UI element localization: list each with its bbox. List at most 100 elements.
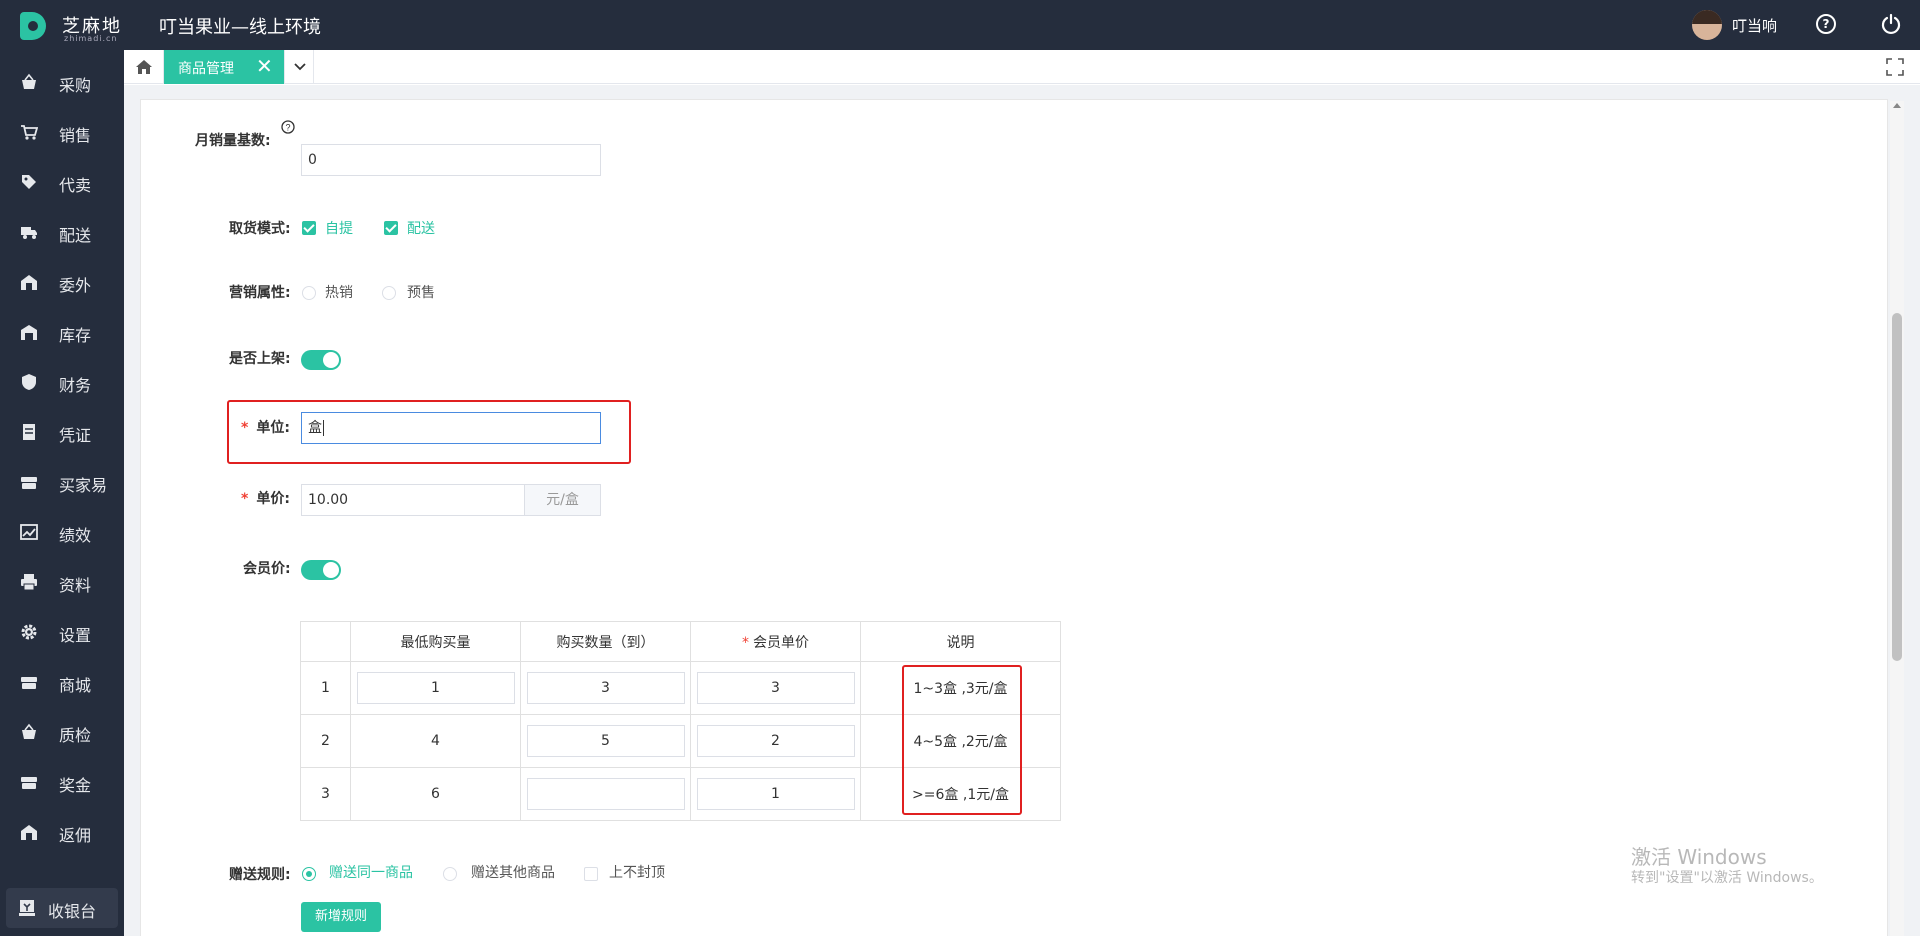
- sidebar-item-voucher[interactable]: 凭证: [0, 407, 124, 457]
- home-tab[interactable]: [124, 50, 164, 84]
- max-qty-input[interactable]: 5: [526, 725, 685, 757]
- sidebar-item-commission[interactable]: 返佣: [0, 807, 124, 857]
- gift-nocap-checkbox[interactable]: [584, 867, 598, 881]
- tab-active-body[interactable]: 商品管理 ✕: [164, 50, 284, 84]
- max-qty-cell: 3: [520, 661, 691, 715]
- box-icon: [21, 477, 37, 489]
- close-icon[interactable]: ✕: [256, 55, 273, 77]
- price-label: * 单价:: [241, 491, 290, 507]
- monthly-sales-label: 月销量基数:: [195, 133, 271, 149]
- pickup-self-checkbox[interactable]: [302, 221, 316, 235]
- marketing-hot-label[interactable]: 热销: [325, 282, 353, 302]
- store-icon: [21, 677, 37, 689]
- user-name[interactable]: 叮当响: [1732, 15, 1777, 36]
- gift-same-label[interactable]: 赠送同一商品: [329, 862, 413, 882]
- ledger-icon: [23, 424, 35, 440]
- building-icon: [21, 825, 37, 840]
- member-price-header: * 会员单价: [690, 621, 861, 662]
- tag-icon: [22, 175, 36, 189]
- truck-icon: [21, 227, 37, 239]
- price-input[interactable]: 10.00: [301, 484, 525, 516]
- sidebar-item-materials[interactable]: 资料: [0, 557, 124, 607]
- price-input[interactable]: 2: [696, 725, 855, 757]
- scroll-up-icon[interactable]: [1893, 103, 1901, 108]
- sidebar-item-sales[interactable]: 销售: [0, 107, 124, 157]
- cashier-button[interactable]: 收银台: [6, 888, 118, 928]
- basket-icon: [22, 723, 36, 739]
- chart-icon: [20, 524, 38, 540]
- question-icon[interactable]: ?: [281, 120, 295, 134]
- pickup-self-label[interactable]: 自提: [325, 218, 353, 238]
- member-price-toggle[interactable]: [301, 560, 341, 580]
- sidebar-item-label: 资料: [59, 576, 92, 595]
- gift-same-radio[interactable]: [302, 867, 316, 881]
- price-label-text: 单价:: [256, 491, 290, 507]
- unit-input[interactable]: 盒: [301, 412, 601, 444]
- sidebar-item-finance[interactable]: 财务: [0, 357, 124, 407]
- sidebar-item-quality[interactable]: 质检: [0, 707, 124, 757]
- gift-rule-label: 赠送规则:: [229, 867, 291, 883]
- sidebar-item-label: 代卖: [59, 176, 92, 195]
- sidebar-item-buyer[interactable]: 买家易: [0, 457, 124, 507]
- sidebar-item-consign[interactable]: 代卖: [0, 157, 124, 207]
- sidebar-item-label: 设置: [59, 626, 92, 645]
- cashier-icon: [19, 900, 35, 916]
- tab-menu-button[interactable]: [284, 50, 314, 84]
- gift-nocap-label[interactable]: 上不封顶: [609, 862, 665, 882]
- app-title: 叮当果业—线上环境: [159, 17, 321, 38]
- row-index: 3: [300, 767, 351, 821]
- monthly-sales-input[interactable]: 0: [301, 144, 601, 176]
- power-icon[interactable]: [1880, 13, 1902, 35]
- marketing-presale-radio[interactable]: [382, 286, 396, 300]
- add-rule-button[interactable]: 新增规则: [301, 902, 381, 932]
- chevron-down-icon: [294, 63, 306, 71]
- sidebar-item-performance[interactable]: 绩效: [0, 507, 124, 557]
- gift-other-radio[interactable]: [443, 867, 457, 881]
- printer-icon: [21, 574, 37, 591]
- help-icon[interactable]: ?: [1816, 14, 1836, 34]
- sidebar-item-label: 财务: [59, 376, 92, 395]
- pickup-mode-label: 取货模式:: [229, 221, 291, 237]
- price-cell: 1: [690, 767, 861, 821]
- sidebar-item-settings[interactable]: 设置: [0, 607, 124, 657]
- scrollbar-thumb[interactable]: [1892, 313, 1902, 661]
- sidebar-item-mall[interactable]: 商城: [0, 657, 124, 707]
- app-logo[interactable]: 芝麻地 zhimadi.cn: [18, 10, 130, 43]
- max-qty-input[interactable]: 3: [526, 672, 685, 704]
- avatar[interactable]: [1692, 10, 1722, 40]
- sidebar-item-bonus[interactable]: 奖金: [0, 757, 124, 807]
- sidebar-item-label: 凭证: [59, 426, 92, 445]
- table-header-row: 最低购买量 购买数量（到） * 会员单价 说明: [300, 621, 1061, 662]
- price-input[interactable]: 3: [696, 672, 855, 704]
- on-shelf-toggle[interactable]: [301, 350, 341, 370]
- sidebar-item-inventory[interactable]: 库存: [0, 307, 124, 357]
- sidebar-item-outsource[interactable]: 委外: [0, 257, 124, 307]
- gift-other-label[interactable]: 赠送其他商品: [471, 862, 555, 882]
- sidebar-item-label: 销售: [59, 126, 92, 145]
- max-qty-header: 购买数量（到）: [520, 621, 691, 662]
- price-input[interactable]: 1: [696, 778, 855, 810]
- text-caret: [323, 420, 324, 436]
- row-index: 2: [300, 714, 351, 768]
- basket-icon: [22, 73, 36, 89]
- marketing-hot-radio[interactable]: [302, 286, 316, 300]
- max-qty-cell: [520, 767, 691, 821]
- max-qty-input[interactable]: [526, 778, 685, 810]
- vertical-scrollbar[interactable]: [1890, 101, 1904, 936]
- activation-watermark-title: 激活 Windows: [1631, 845, 1767, 869]
- price-cell: 2: [690, 714, 861, 768]
- sidebar-item-purchase[interactable]: 采购: [0, 57, 124, 107]
- sidebar-item-label: 绩效: [59, 526, 92, 545]
- on-shelf-label: 是否上架:: [229, 351, 291, 367]
- min-qty-cell: 1: [350, 661, 521, 715]
- tab-product-management[interactable]: 商品管理 ✕: [164, 50, 408, 84]
- sidebar-item-label: 商城: [59, 676, 92, 695]
- fullscreen-icon[interactable]: [1886, 58, 1904, 76]
- pickup-delivery-label[interactable]: 配送: [407, 218, 435, 238]
- min-qty-input[interactable]: 1: [356, 672, 515, 704]
- pickup-delivery-checkbox[interactable]: [384, 221, 398, 235]
- marketing-presale-label[interactable]: 预售: [407, 282, 435, 302]
- sidebar-item-delivery[interactable]: 配送: [0, 207, 124, 257]
- tab-bar: 商品管理 ✕: [124, 50, 1920, 84]
- box-icon: [21, 777, 37, 789]
